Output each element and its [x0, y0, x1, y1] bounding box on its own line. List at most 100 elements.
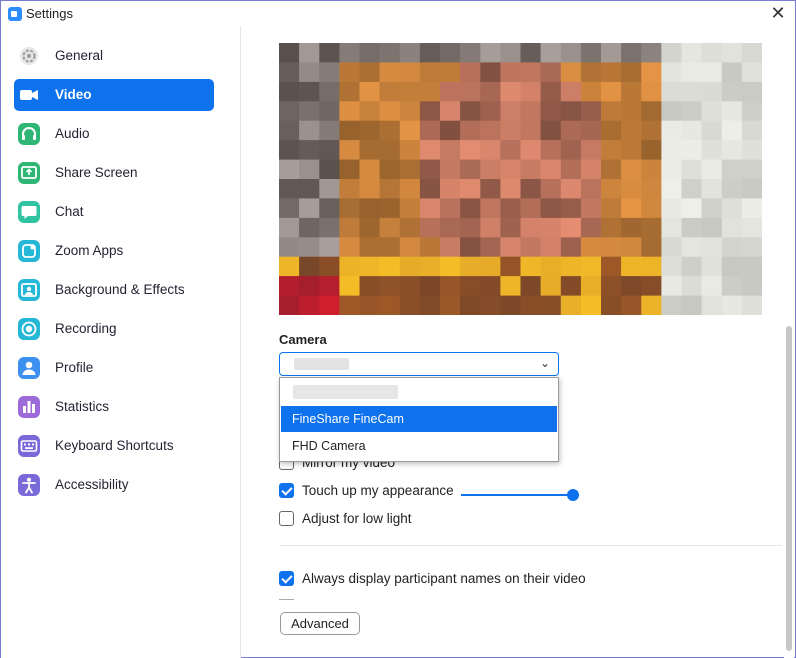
preview-pixel: [440, 237, 461, 258]
preview-pixel: [560, 217, 582, 238]
close-icon[interactable]: ✕: [767, 3, 789, 25]
preview-pixel: [440, 198, 461, 219]
preview-pixel: [399, 198, 421, 219]
preview-pixel: [721, 159, 743, 180]
touch-up-checkbox[interactable]: [279, 482, 294, 498]
preview-pixel: [500, 295, 522, 315]
preview-pixel: [580, 179, 602, 199]
preview-pixel: [379, 179, 401, 199]
preview-pixel: [440, 140, 461, 161]
preview-pixel: [701, 198, 723, 219]
sidebar-item-accessibility[interactable]: Accessibility: [14, 469, 214, 501]
preview-pixel: [601, 159, 622, 180]
camera-select[interactable]: ⌄: [279, 352, 559, 376]
preview-pixel: [741, 159, 762, 180]
preview-pixel: [339, 237, 361, 258]
preview-pixel: [359, 237, 381, 258]
preview-pixel: [701, 140, 723, 161]
preview-pixel: [520, 62, 542, 83]
preview-pixel: [399, 120, 421, 141]
vertical-scrollbar[interactable]: [784, 26, 794, 658]
preview-pixel: [520, 217, 542, 238]
preview-pixel: [601, 101, 622, 122]
preview-pixel: [279, 276, 300, 297]
preview-pixel: [621, 120, 642, 141]
preview-pixel: [339, 276, 361, 297]
preview-pixel: [399, 101, 421, 122]
preview-pixel: [440, 81, 461, 102]
sidebar-item-background-effects[interactable]: Background & Effects: [14, 274, 214, 306]
preview-pixel: [399, 237, 421, 258]
preview-pixel: [299, 198, 320, 219]
advanced-button[interactable]: Advanced: [280, 612, 360, 635]
sidebar-item-zoom-apps[interactable]: Zoom Apps: [14, 235, 214, 267]
slider-thumb[interactable]: [567, 489, 579, 501]
preview-pixel: [319, 237, 340, 258]
preview-pixel: [460, 43, 481, 63]
preview-pixel: [480, 140, 501, 161]
sidebar-item-statistics[interactable]: Statistics: [14, 391, 214, 423]
sidebar-item-recording[interactable]: Recording: [14, 313, 214, 345]
preview-pixel: [560, 237, 582, 258]
preview-pixel: [500, 81, 522, 102]
sidebar-item-profile[interactable]: Profile: [14, 352, 214, 384]
preview-pixel: [419, 62, 441, 83]
preview-pixel: [279, 179, 300, 199]
preview-pixel: [299, 62, 320, 83]
preview-pixel: [721, 81, 743, 102]
preview-pixel: [399, 140, 421, 161]
sidebar-item-chat[interactable]: Chat: [14, 196, 214, 228]
preview-pixel: [681, 159, 703, 180]
preview-pixel: [601, 62, 622, 83]
video-camera-icon: [18, 84, 40, 106]
sidebar-item-general[interactable]: General: [14, 40, 214, 72]
preview-pixel: [379, 295, 401, 315]
preview-pixel: [661, 217, 683, 238]
preview-pixel: [681, 43, 703, 63]
preview-pixel: [500, 179, 522, 199]
touch-up-row[interactable]: Touch up my appearance: [279, 480, 454, 500]
slider-track: [461, 494, 573, 496]
preview-pixel: [701, 237, 723, 258]
sidebar-item-audio[interactable]: Audio: [14, 118, 214, 150]
preview-pixel: [520, 101, 542, 122]
preview-pixel: [721, 276, 743, 297]
preview-pixel: [279, 120, 300, 141]
sidebar-item-label: Background & Effects: [55, 282, 185, 297]
sidebar-item-video[interactable]: Video: [14, 79, 214, 111]
preview-pixel: [440, 179, 461, 199]
preview-pixel: [339, 198, 361, 219]
camera-option-blurred[interactable]: [281, 379, 557, 405]
sidebar-item-keyboard-shortcuts[interactable]: Keyboard Shortcuts: [14, 430, 214, 462]
preview-pixel: [520, 43, 542, 63]
preview-pixel: [319, 62, 340, 83]
camera-option-finesharefinecam[interactable]: FineShare FineCam: [281, 406, 557, 432]
touch-up-slider[interactable]: [461, 489, 579, 501]
participant-names-row[interactable]: Always display participant names on thei…: [279, 568, 586, 588]
camera-option-fhd-camera[interactable]: FHD Camera: [281, 433, 557, 459]
preview-pixel: [419, 237, 441, 258]
sidebar-item-share-screen[interactable]: Share Screen: [14, 157, 214, 189]
preview-pixel: [681, 295, 703, 315]
sidebar-item-label: Statistics: [55, 399, 110, 414]
sidebar-item-label: Profile: [55, 360, 94, 375]
preview-pixel: [721, 179, 743, 199]
preview-pixel: [500, 276, 522, 297]
camera-preview-image: [279, 43, 762, 315]
sidebar-item-label: Zoom Apps: [55, 243, 124, 258]
preview-pixel: [721, 237, 743, 258]
preview-pixel: [399, 81, 421, 102]
preview-pixel: [279, 295, 300, 315]
preview-pixel: [741, 237, 762, 258]
preview-pixel: [460, 101, 481, 122]
low-light-row[interactable]: Adjust for low light: [279, 508, 412, 528]
preview-pixel: [560, 140, 582, 161]
preview-pixel: [520, 159, 542, 180]
participant-names-checkbox[interactable]: [279, 570, 294, 586]
preview-pixel: [641, 198, 662, 219]
preview-pixel: [661, 237, 683, 258]
preview-pixel: [580, 140, 602, 161]
preview-pixel: [721, 198, 743, 219]
low-light-checkbox[interactable]: [279, 510, 294, 526]
scrollbar-thumb[interactable]: [786, 326, 792, 651]
